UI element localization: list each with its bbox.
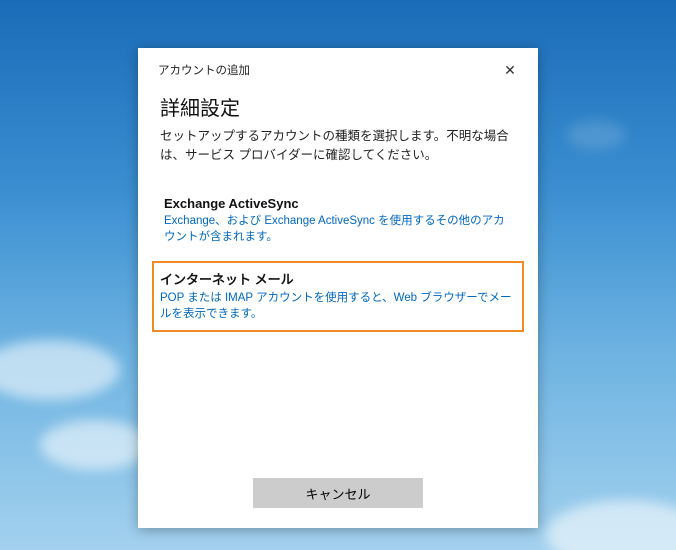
dialog-content: 詳細設定 セットアップするアカウントの種類を選択します。不明な場合は、サービス … bbox=[138, 86, 538, 464]
option-exchange-activesync[interactable]: Exchange ActiveSync Exchange、および Exchang… bbox=[160, 190, 516, 253]
cloud-decoration bbox=[40, 420, 150, 470]
dialog-heading: 詳細設定 bbox=[160, 92, 516, 121]
cloud-decoration bbox=[566, 120, 626, 150]
dialog-footer: キャンセル bbox=[138, 464, 538, 528]
option-description: POP または IMAP アカウントを使用すると、Web ブラウザーでメールを表… bbox=[160, 290, 516, 322]
option-description: Exchange、および Exchange ActiveSync を使用するその… bbox=[164, 213, 512, 245]
cancel-button[interactable]: キャンセル bbox=[253, 478, 423, 508]
close-icon: ✕ bbox=[504, 62, 516, 79]
cloud-decoration bbox=[546, 500, 676, 550]
cloud-decoration bbox=[0, 340, 120, 400]
option-title: Exchange ActiveSync bbox=[164, 196, 512, 211]
close-button[interactable]: ✕ bbox=[496, 58, 524, 82]
dialog-description: セットアップするアカウントの種類を選択します。不明な場合は、サービス プロバイダ… bbox=[160, 127, 516, 166]
add-account-dialog: アカウントの追加 ✕ 詳細設定 セットアップするアカウントの種類を選択します。不… bbox=[138, 48, 538, 528]
dialog-titlebar: アカウントの追加 ✕ bbox=[138, 48, 538, 86]
option-internet-mail[interactable]: インターネット メール POP または IMAP アカウントを使用すると、Web… bbox=[154, 263, 522, 330]
dialog-title: アカウントの追加 bbox=[158, 62, 250, 78]
option-title: インターネット メール bbox=[160, 269, 516, 288]
